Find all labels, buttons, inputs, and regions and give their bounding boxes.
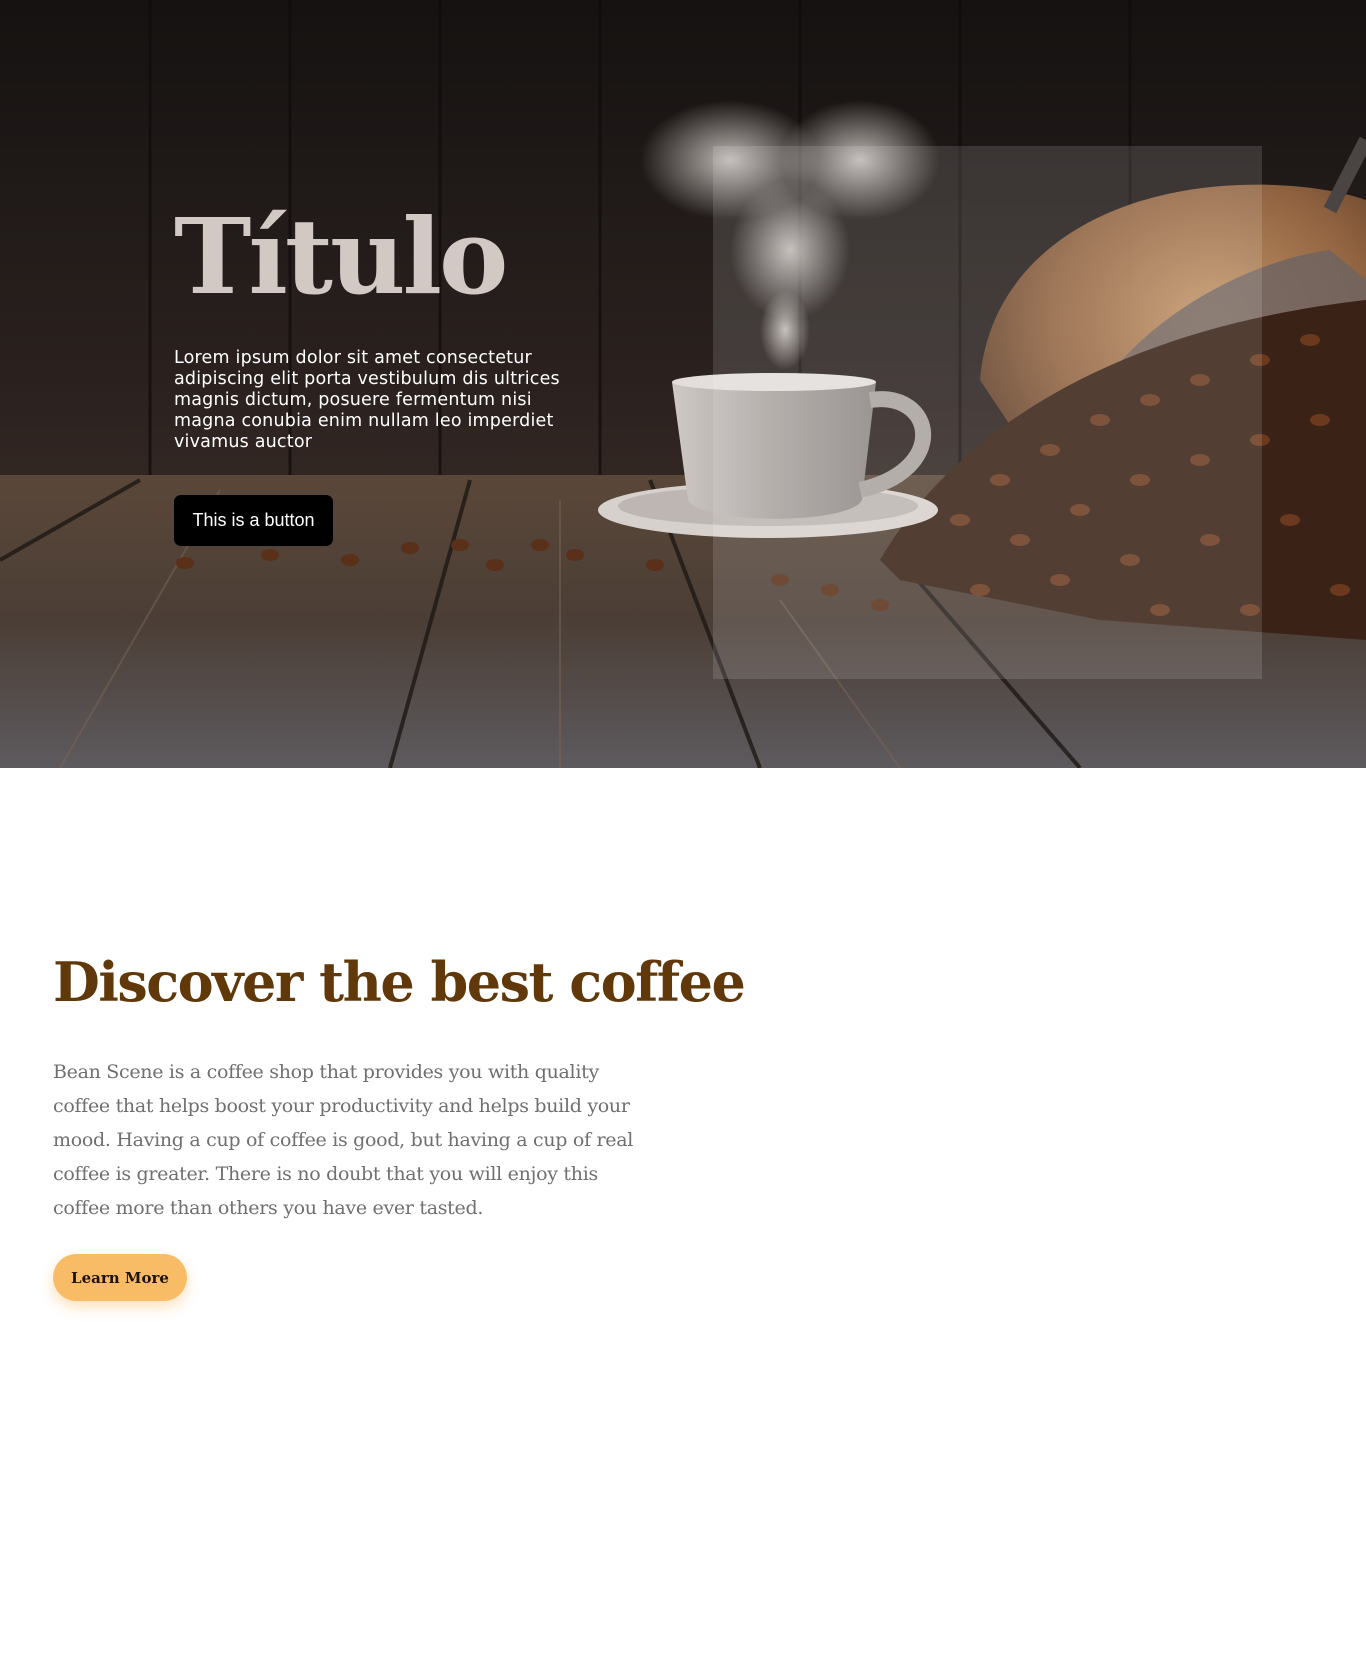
- discover-description: Bean Scene is a coffee shop that provide…: [53, 1061, 634, 1219]
- discover-title: Discover the best coffee: [53, 950, 746, 1014]
- translucent-panel: [713, 146, 1262, 679]
- hero-button[interactable]: This is a button: [174, 495, 333, 546]
- learn-more-button[interactable]: Learn More: [53, 1254, 187, 1301]
- hero-section: Título Lorem ipsum dolor sit amet consec…: [0, 0, 1366, 768]
- hero-description: Lorem ipsum dolor sit amet consectetur a…: [174, 348, 560, 452]
- hero-title: Título: [174, 195, 508, 318]
